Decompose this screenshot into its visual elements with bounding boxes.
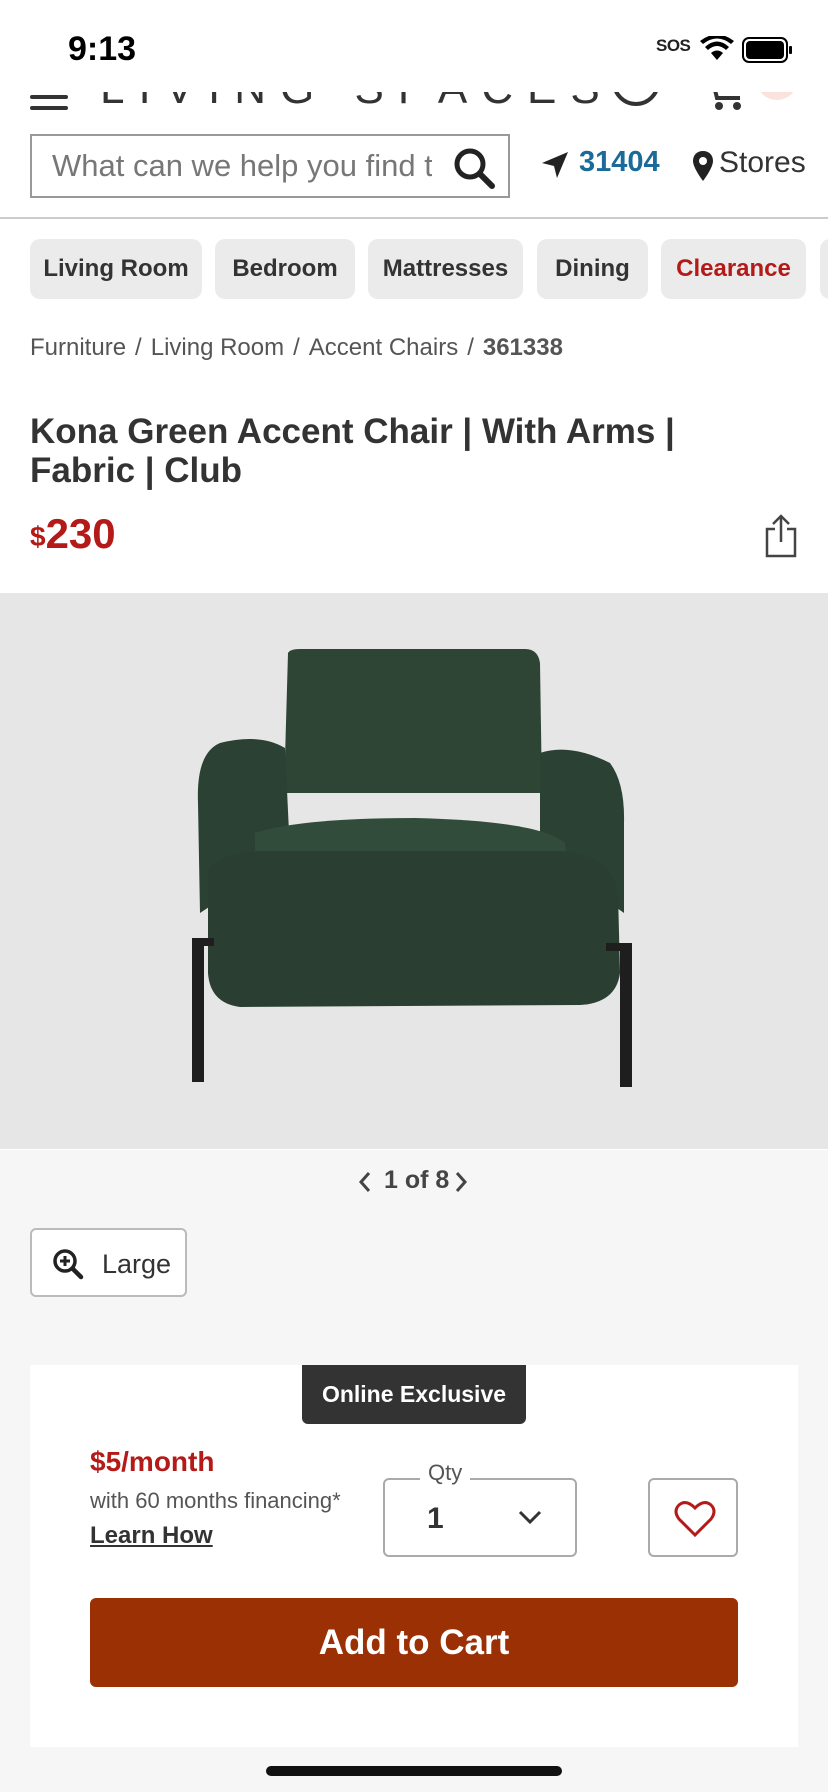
category-mattresses[interactable]: Mattresses — [368, 239, 523, 299]
share-icon[interactable] — [764, 514, 798, 558]
zip-code-link[interactable]: 31404 — [579, 146, 660, 179]
previous-image-icon[interactable] — [356, 1169, 374, 1195]
financing-note: with 60 months financing* — [90, 1488, 341, 1513]
add-to-cart-button[interactable]: Add to Cart — [90, 1598, 738, 1687]
header-divider — [0, 217, 828, 219]
monthly-price: $5/month — [90, 1446, 215, 1477]
breadcrumb-current: 361338 — [482, 334, 563, 361]
price-amount: 230 — [45, 510, 116, 557]
sos-indicator: SOS — [656, 36, 691, 55]
search-input[interactable] — [52, 136, 432, 196]
category-clearance[interactable]: Clearance — [661, 239, 806, 299]
location-arrow-icon[interactable] — [540, 150, 570, 180]
breadcrumb-furniture[interactable]: Furniture — [30, 334, 126, 361]
product-title: Kona Green Accent Chair | With Arms | Fa… — [30, 412, 675, 490]
search-icon[interactable] — [452, 146, 496, 190]
category-dining[interactable]: Dining — [537, 239, 648, 299]
product-image[interactable] — [0, 593, 828, 1149]
large-view-label: Large — [102, 1249, 172, 1279]
search-box[interactable] — [30, 134, 510, 198]
store-pin-icon[interactable] — [692, 150, 714, 182]
breadcrumb-living-room[interactable]: Living Room — [151, 334, 284, 361]
stores-link[interactable]: Stores — [719, 146, 806, 180]
breadcrumb: Furniture / Living Room / Accent Chairs / 3613… — [30, 334, 563, 362]
status-time: 9:13 — [68, 30, 137, 68]
next-image-icon[interactable] — [452, 1169, 470, 1195]
breadcrumb-separator: / — [293, 334, 300, 361]
zoom-in-icon — [53, 1249, 84, 1280]
quantity-select[interactable]: 1 — [383, 1478, 577, 1557]
battery-icon — [742, 37, 792, 63]
heart-icon — [674, 1501, 716, 1538]
chevron-down-icon — [518, 1510, 542, 1525]
breadcrumb-accent-chairs[interactable]: Accent Chairs — [309, 334, 458, 361]
wishlist-button[interactable] — [648, 1478, 738, 1557]
quantity-label: Qty — [420, 1460, 471, 1486]
category-living-room[interactable]: Living Room — [30, 239, 202, 299]
status-bar: 9:13 SOS — [0, 0, 828, 92]
breadcrumb-separator: / — [135, 334, 142, 361]
online-exclusive-badge: Online Exclusive — [302, 1365, 526, 1424]
quantity-value: 1 — [427, 1502, 444, 1535]
home-indicator — [266, 1766, 562, 1776]
breadcrumb-separator: / — [467, 334, 474, 361]
category-more[interactable] — [820, 239, 828, 299]
large-view-button[interactable]: Large — [30, 1228, 187, 1297]
learn-how-link[interactable]: Learn How — [90, 1522, 213, 1550]
product-price: $230 — [30, 510, 116, 558]
wifi-icon — [700, 36, 734, 60]
chair-illustration — [192, 649, 632, 1087]
price-currency: $ — [30, 521, 46, 552]
image-pager: 1 of 8 — [384, 1166, 450, 1194]
category-bedroom[interactable]: Bedroom — [215, 239, 355, 299]
